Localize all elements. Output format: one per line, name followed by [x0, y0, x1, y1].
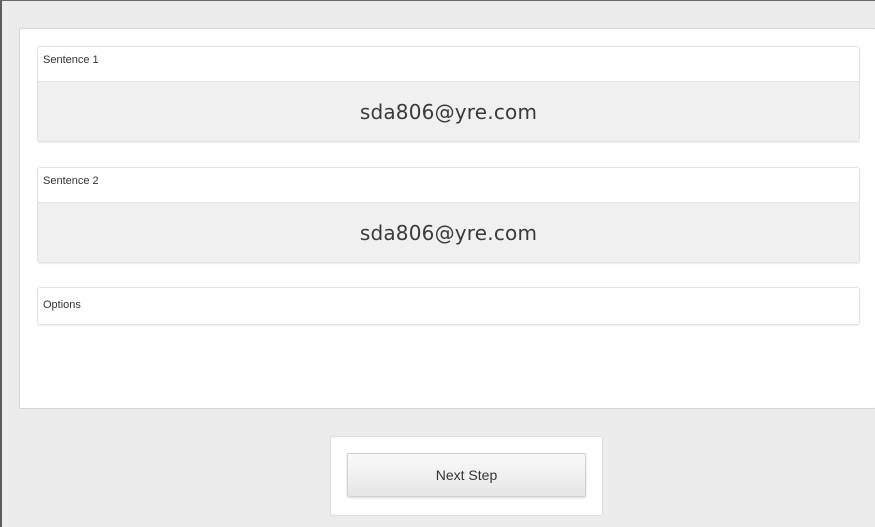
sentence-1-panel: Sentence 1 sda806@yre.com: [37, 46, 860, 142]
sentence-1-box: sda806@yre.com: [38, 81, 859, 141]
options-panel: Options: [37, 287, 860, 325]
next-step-button[interactable]: Next Step: [347, 453, 586, 497]
page: Sentence 1 sda806@yre.com Sentence 2 sda…: [0, 0, 875, 527]
sentence-1-text: sda806@yre.com: [359, 99, 538, 124]
sentence-2-label: Sentence 2: [43, 175, 99, 187]
action-bar: Next Step: [330, 436, 603, 516]
sentence-1-label: Sentence 1: [43, 54, 99, 66]
sentence-2-panel: Sentence 2 sda806@yre.com: [37, 167, 860, 263]
sentence-2-text: sda806@yre.com: [359, 220, 538, 245]
main-card: Sentence 1 sda806@yre.com Sentence 2 sda…: [19, 28, 875, 409]
sentence-2-box: sda806@yre.com: [38, 202, 859, 262]
options-label: Options: [43, 299, 81, 311]
